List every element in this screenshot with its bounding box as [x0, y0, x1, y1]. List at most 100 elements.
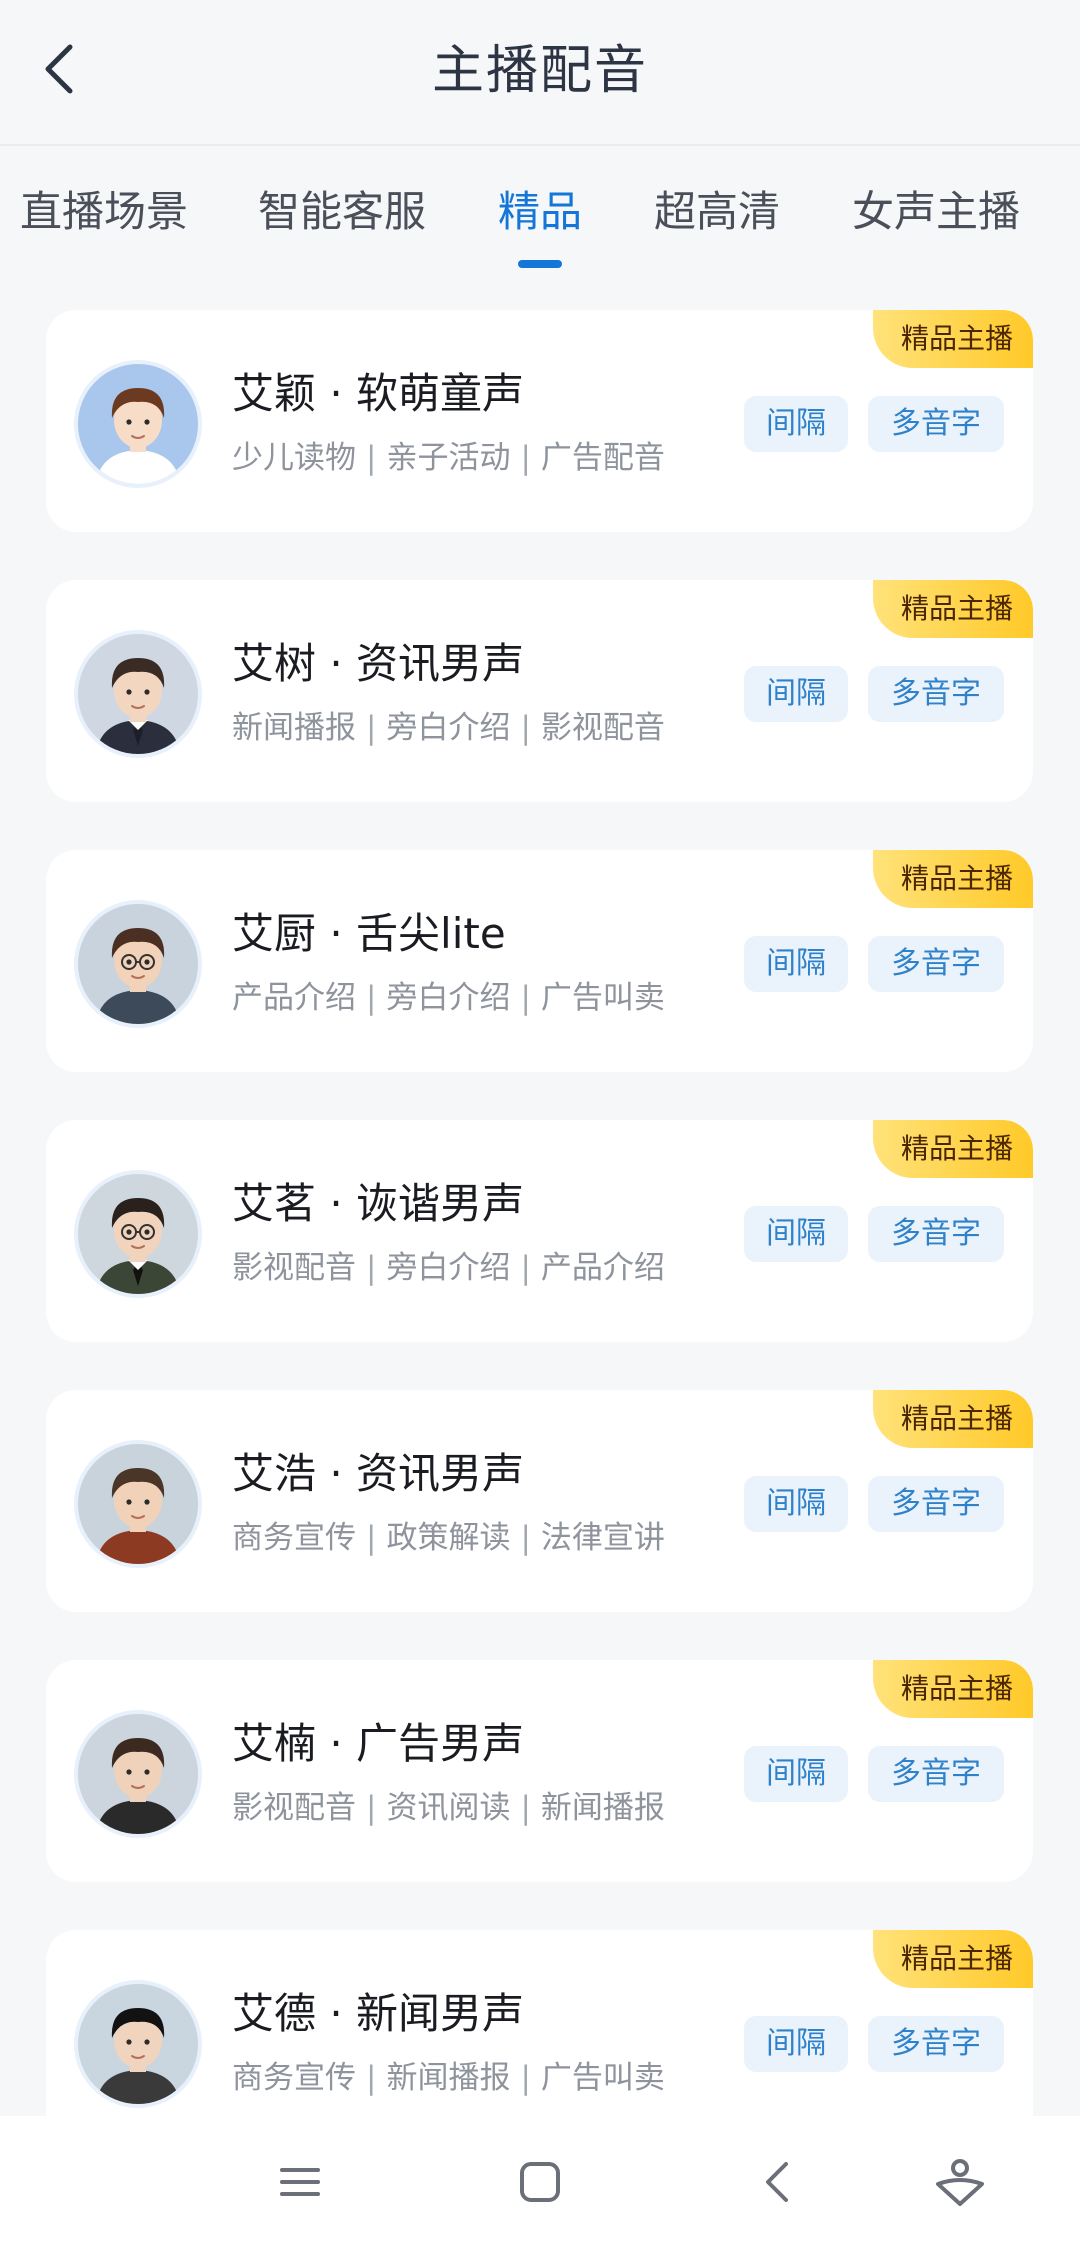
tag-separator: | [366, 1250, 377, 1286]
anchor-name: 艾树 · 资讯男声 [232, 639, 525, 688]
tag-separator: | [366, 1790, 377, 1826]
assistant-button[interactable] [928, 2150, 992, 2214]
anchor-avatar [74, 1440, 202, 1568]
premium-anchor-badge: 精品主播 [873, 1390, 1033, 1448]
anchor-card[interactable]: 艾树 · 资讯男声 新闻播报 | 旁白介绍 | 影视配音 间隔 多音字 精品主播 [46, 580, 1033, 802]
anchor-tags: 产品介绍 | 旁白介绍 | 广告叫卖 [232, 976, 665, 1020]
back-chevron-icon [766, 2162, 788, 2202]
interval-button[interactable]: 间隔 [744, 396, 848, 452]
interval-button[interactable]: 间隔 [744, 2016, 848, 2072]
premium-anchor-badge: 精品主播 [873, 1120, 1033, 1178]
anchor-name: 艾茗 · 诙谐男声 [232, 1179, 525, 1228]
polyphone-button[interactable]: 多音字 [868, 936, 1004, 992]
anchor-tag: 旁白介绍 [386, 980, 511, 1016]
anchor-tags: 商务宣传 | 政策解读 | 法律宣讲 [232, 1516, 665, 1560]
home-button[interactable] [508, 2150, 572, 2214]
anchor-card[interactable]: 艾茗 · 诙谐男声 影视配音 | 旁白介绍 | 产品介绍 间隔 多音字 精品主播 [46, 1120, 1033, 1342]
tab-premium[interactable]: 精品 [498, 182, 582, 242]
anchor-tag: 产品介绍 [540, 1250, 665, 1286]
premium-anchor-badge: 精品主播 [873, 580, 1033, 638]
tab-female-anchor[interactable]: 女声主播 [852, 182, 1020, 242]
assistant-icon [936, 2159, 984, 2206]
tag-separator: | [520, 1250, 531, 1286]
anchor-tag: 法律宣讲 [540, 1520, 665, 1556]
anchor-tag: 新闻播报 [232, 710, 356, 746]
anchor-tag: 商务宣传 [232, 2060, 356, 2096]
anchor-tag: 政策解读 [386, 1520, 511, 1556]
tag-separator: | [520, 710, 531, 746]
anchor-tag: 旁白介绍 [386, 1250, 511, 1286]
menu-button[interactable] [268, 2150, 332, 2214]
premium-anchor-badge: 精品主播 [873, 1660, 1033, 1718]
anchor-tag: 少儿读物 [232, 440, 356, 476]
anchor-tag: 旁白介绍 [386, 710, 511, 746]
tab-live-scene[interactable]: 直播场景 [20, 182, 188, 242]
anchor-tags: 商务宣传 | 新闻播报 | 广告叫卖 [232, 2056, 665, 2100]
interval-button[interactable]: 间隔 [744, 936, 848, 992]
polyphone-button[interactable]: 多音字 [868, 1746, 1004, 1802]
anchor-tag: 影视配音 [540, 710, 665, 746]
anchor-avatar [74, 1170, 202, 1298]
tag-separator: | [520, 2060, 531, 2096]
anchor-tag: 广告叫卖 [540, 980, 665, 1016]
tag-separator: | [366, 710, 377, 746]
anchor-name: 艾颖 · 软萌童声 [232, 369, 525, 418]
anchor-tag: 广告叫卖 [540, 2060, 665, 2096]
polyphone-button[interactable]: 多音字 [868, 1206, 1004, 1262]
anchor-tag: 广告配音 [540, 440, 665, 476]
anchor-tag: 亲子活动 [386, 440, 511, 476]
anchor-avatar [74, 900, 202, 1028]
interval-button[interactable]: 间隔 [744, 1476, 848, 1532]
anchor-tag: 资讯阅读 [386, 1790, 511, 1826]
anchor-tag: 影视配音 [232, 1790, 356, 1826]
tag-separator: | [366, 1520, 377, 1556]
anchor-name: 艾浩 · 资讯男声 [232, 1449, 525, 1498]
polyphone-button[interactable]: 多音字 [868, 2016, 1004, 2072]
anchor-tag: 商务宣传 [232, 1520, 356, 1556]
anchor-tags: 新闻播报 | 旁白介绍 | 影视配音 [232, 706, 665, 750]
anchor-name: 艾楠 · 广告男声 [232, 1719, 525, 1768]
tag-separator: | [366, 2060, 377, 2096]
tag-separator: | [520, 1790, 531, 1826]
anchor-card[interactable]: 艾楠 · 广告男声 影视配音 | 资讯阅读 | 新闻播报 间隔 多音字 精品主播 [46, 1660, 1033, 1882]
page-title: 主播配音 [431, 41, 648, 101]
active-tab-indicator [518, 260, 562, 268]
polyphone-button[interactable]: 多音字 [868, 396, 1004, 452]
anchor-avatar [74, 360, 202, 488]
tab-smart-service[interactable]: 智能客服 [258, 182, 426, 242]
category-tabs: 直播场景 智能客服 精品 超高清 女声主播 [0, 146, 1080, 276]
menu-icon [280, 2168, 320, 2196]
anchor-tag: 产品介绍 [232, 980, 356, 1016]
anchor-avatar [74, 1980, 202, 2108]
anchor-avatar [74, 630, 202, 758]
top-bar: 主播配音 [0, 0, 1080, 146]
interval-button[interactable]: 间隔 [744, 1746, 848, 1802]
anchor-card[interactable]: 艾厨 · 舌尖lite 产品介绍 | 旁白介绍 | 广告叫卖 间隔 多音字 精品主播 [46, 850, 1033, 1072]
interval-button[interactable]: 间隔 [744, 666, 848, 722]
anchor-name: 艾德 · 新闻男声 [232, 1989, 525, 2038]
anchor-tags: 影视配音 | 旁白介绍 | 产品介绍 [232, 1246, 665, 1290]
tab-ultra-hd[interactable]: 超高清 [654, 182, 780, 242]
interval-button[interactable]: 间隔 [744, 1206, 848, 1262]
polyphone-button[interactable]: 多音字 [868, 1476, 1004, 1532]
anchor-card[interactable]: 艾颖 · 软萌童声 少儿读物 | 亲子活动 | 广告配音 间隔 多音字 精品主播 [46, 310, 1033, 532]
premium-anchor-badge: 精品主播 [873, 310, 1033, 368]
home-square-icon [520, 2162, 560, 2202]
premium-anchor-badge: 精品主播 [873, 1930, 1033, 1988]
tag-separator: | [366, 440, 377, 476]
polyphone-button[interactable]: 多音字 [868, 666, 1004, 722]
premium-anchor-badge: 精品主播 [873, 850, 1033, 908]
anchor-avatar [74, 1710, 202, 1838]
anchor-card[interactable]: 艾浩 · 资讯男声 商务宣传 | 政策解读 | 法律宣讲 间隔 多音字 精品主播 [46, 1390, 1033, 1612]
system-nav-bar [0, 2116, 1080, 2246]
anchor-tags: 少儿读物 | 亲子活动 | 广告配音 [232, 436, 665, 480]
nav-back-button[interactable] [746, 2150, 810, 2214]
anchor-tag: 影视配音 [232, 1250, 356, 1286]
tag-separator: | [520, 440, 531, 476]
anchor-tags: 影视配音 | 资讯阅读 | 新闻播报 [232, 1786, 665, 1830]
anchor-tag: 新闻播报 [540, 1790, 665, 1826]
tag-separator: | [520, 980, 531, 1016]
tag-separator: | [366, 980, 377, 1016]
anchor-tag: 新闻播报 [386, 2060, 511, 2096]
tag-separator: | [520, 1520, 531, 1556]
